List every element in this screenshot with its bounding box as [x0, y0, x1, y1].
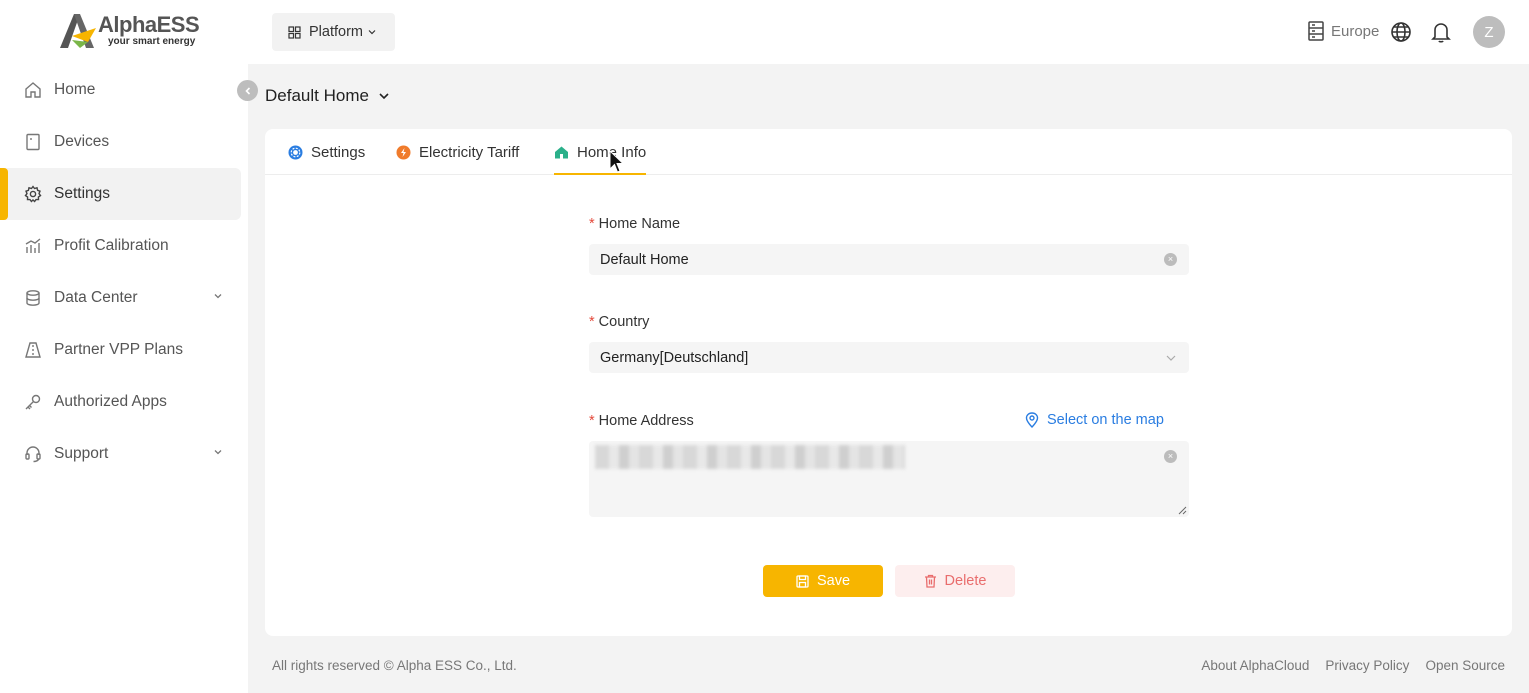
region-label: Europe — [1331, 22, 1380, 40]
tab-home-info[interactable]: Home Info — [554, 129, 647, 175]
chevron-down-icon — [214, 450, 222, 455]
country-value: Germany[Deutschland] — [600, 349, 749, 366]
alphaess-logo[interactable]: AlphaESS your smart energy — [58, 12, 200, 52]
device-icon — [24, 133, 42, 151]
grid-icon — [288, 25, 301, 39]
footer-links: About AlphaCloud Privacy Policy Open Sou… — [1185, 658, 1505, 673]
home-name-value: Default Home — [600, 251, 689, 268]
clear-icon[interactable]: × — [1164, 450, 1177, 463]
tab-label: Electricity Tariff — [419, 143, 520, 161]
sidebar-item-authorized-apps[interactable]: Authorized Apps — [0, 376, 248, 428]
resize-handle-icon[interactable] — [1177, 505, 1187, 515]
trash-icon — [924, 574, 936, 588]
sidebar-item-home[interactable]: Home — [0, 64, 248, 116]
bell-icon — [1431, 23, 1451, 43]
country-label: * Country — [589, 314, 650, 330]
key-icon — [24, 393, 42, 411]
logo-text: AlphaESS — [98, 12, 200, 37]
save-icon — [796, 574, 809, 588]
user-avatar[interactable]: Z — [1473, 16, 1505, 48]
server-icon — [1308, 21, 1324, 41]
home-selector[interactable]: Default Home — [265, 86, 391, 106]
home-settings-card: Settings Electricity Tariff Home Info * H… — [265, 129, 1512, 636]
sidebar-item-label: Devices — [54, 133, 110, 150]
gear-icon — [24, 185, 42, 203]
sidebar-nav: Home Devices Settings Profit Calibration… — [0, 64, 248, 480]
sidebar-item-label: Data Center — [54, 289, 138, 306]
globe-icon — [1391, 22, 1411, 42]
platform-label: Platform — [309, 24, 363, 40]
clear-icon[interactable]: × — [1164, 253, 1177, 266]
logo-tagline: your smart energy — [108, 36, 196, 47]
footer-link-open-source[interactable]: Open Source — [1425, 658, 1505, 673]
sidebar-collapse-button[interactable] — [237, 80, 258, 101]
top-header: Platform Europe Z — [248, 0, 1529, 64]
redacted-address — [595, 445, 905, 469]
home-name-input[interactable]: Default Home × — [589, 244, 1189, 275]
headset-icon — [24, 445, 42, 463]
language-button[interactable] — [1390, 21, 1412, 48]
sidebar-item-label: Settings — [54, 185, 111, 202]
country-select[interactable]: Germany[Deutschland] — [589, 342, 1189, 373]
home-address-label: * Home Address — [589, 413, 694, 429]
sidebar: AlphaESS your smart energy Home Devices … — [0, 0, 248, 693]
chevron-down-icon — [368, 30, 376, 35]
sidebar-item-support[interactable]: Support — [0, 428, 248, 480]
notifications-button[interactable] — [1430, 20, 1452, 49]
sidebar-item-profit-calibration[interactable]: Profit Calibration — [0, 220, 248, 272]
location-pin-icon — [1025, 412, 1039, 428]
sidebar-item-label: Support — [54, 445, 109, 462]
settings-tabs: Settings Electricity Tariff Home Info — [265, 129, 1512, 175]
tab-settings[interactable]: Settings — [288, 129, 365, 175]
tab-label: Settings — [311, 143, 366, 161]
home-address-textarea[interactable]: × — [589, 441, 1189, 517]
delete-button[interactable]: Delete — [895, 565, 1015, 597]
gear-icon — [288, 145, 303, 159]
home-selector-label: Default Home — [265, 86, 369, 105]
chevron-left-icon — [244, 86, 250, 95]
database-icon — [24, 289, 42, 307]
chevron-down-icon — [1166, 355, 1176, 361]
footer-link-about[interactable]: About AlphaCloud — [1201, 658, 1309, 673]
mouse-cursor-icon — [609, 150, 625, 173]
logo-mark-icon — [60, 14, 96, 48]
sidebar-item-data-center[interactable]: Data Center — [0, 272, 248, 324]
sidebar-item-label: Profit Calibration — [54, 237, 169, 254]
sidebar-item-label: Partner VPP Plans — [54, 341, 183, 358]
tariff-icon — [396, 145, 411, 159]
tab-electricity-tariff[interactable]: Electricity Tariff — [396, 129, 519, 175]
sidebar-item-settings[interactable]: Settings — [0, 168, 241, 220]
select-on-map-link[interactable]: Select on the map — [1025, 412, 1164, 428]
chart-icon — [24, 237, 42, 255]
footer-copyright: All rights reserved © Alpha ESS Co., Ltd… — [272, 658, 517, 673]
sidebar-item-label: Authorized Apps — [54, 393, 167, 410]
road-icon — [24, 341, 42, 359]
region-selector[interactable]: Europe — [1307, 20, 1379, 42]
chevron-down-icon — [379, 93, 389, 100]
home-icon — [555, 146, 568, 158]
sidebar-item-partner-vpp-plans[interactable]: Partner VPP Plans — [0, 324, 248, 376]
footer-link-privacy[interactable]: Privacy Policy — [1325, 658, 1409, 673]
save-button[interactable]: Save — [763, 565, 883, 597]
home-name-label: * Home Name — [589, 216, 681, 232]
sidebar-item-label: Home — [54, 81, 96, 98]
chevron-down-icon — [214, 294, 222, 299]
home-icon — [24, 81, 42, 99]
platform-dropdown[interactable]: Platform — [272, 13, 395, 51]
sidebar-item-devices[interactable]: Devices — [0, 116, 248, 168]
